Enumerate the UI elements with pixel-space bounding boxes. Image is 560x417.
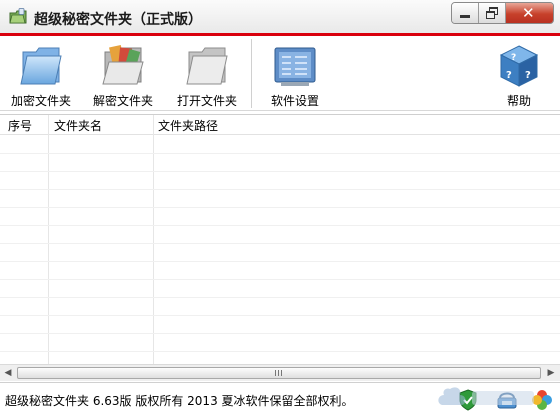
settings-panel-icon [274,47,316,86]
encrypt-folder-button[interactable]: 加密文件夹 [6,39,76,109]
folder-list[interactable]: 序号 文件夹名 文件夹路径 [0,114,560,365]
encrypt-folder-label: 加密文件夹 [10,94,71,108]
column-header-path[interactable]: 文件夹路径 [158,117,218,134]
horizontal-scrollbar[interactable]: ◀ ▶ [0,364,560,381]
decrypt-folder-button[interactable]: 解密文件夹 [88,39,158,109]
list-row-line [0,171,560,172]
close-button[interactable]: ✕ [506,3,553,23]
list-row-line [0,189,560,190]
list-row-line [0,153,560,154]
toolbar-separator [251,39,252,108]
window-title: 超级秘密文件夹（正式版） [34,12,202,28]
folder-open-icon [102,44,144,85]
open-folder-button[interactable]: 打开文件夹 [172,39,242,109]
app-folder-icon [9,8,27,24]
svg-text:?: ? [525,70,531,81]
scroll-left-arrow-icon[interactable]: ◀ [2,368,14,378]
scroll-right-arrow-icon[interactable]: ▶ [545,368,557,378]
restore-button[interactable] [479,3,506,23]
open-folder-label: 打开文件夹 [176,94,237,108]
list-row-line [0,243,560,244]
window-controls: ✕ [451,2,554,24]
svg-text:?: ? [506,70,512,81]
minimize-icon [460,15,470,18]
list-row-line [0,207,560,208]
column-header-index[interactable]: 序号 [8,117,32,134]
list-header: 序号 文件夹名 文件夹路径 [0,115,560,135]
list-row-line [0,333,560,334]
help-button[interactable]: ? ? ? 帮助 [494,39,544,109]
toolbar: 加密文件夹 解密文件夹 打开文件夹 软件设置 ? ? ? 帮助 [0,39,560,111]
list-row-line [0,225,560,226]
folder-lock-icon [20,47,62,85]
status-text: 超级秘密文件夹 6.63版 版权所有 2013 夏冰软件保留全部权利。 [5,394,354,408]
list-row-line [0,351,560,352]
settings-button[interactable]: 软件设置 [262,39,328,109]
scrollbar-thumb[interactable] [17,367,541,379]
list-row-line [0,261,560,262]
app-window: 超级秘密文件夹（正式版） ✕ 加密文件夹 解密文件夹 打开文件夹 软件设置 ? … [0,0,560,417]
help-cube-icon: ? ? ? [499,45,539,87]
folder-icon [186,47,228,85]
close-icon: ✕ [522,4,535,22]
title-bar[interactable]: 超级秘密文件夹（正式版） ✕ [0,0,560,36]
svg-text:?: ? [511,53,516,63]
help-label: 帮助 [506,94,531,108]
list-row-line [0,297,560,298]
list-row-line [0,279,560,280]
restore-icon-front [486,11,495,19]
minimize-button[interactable] [452,3,479,23]
settings-label: 软件设置 [270,94,319,108]
decrypt-folder-label: 解密文件夹 [92,94,153,108]
watermark-logo-icon [438,387,534,405]
scrollbar-grip-icon [275,370,284,376]
column-header-name[interactable]: 文件夹名 [54,117,102,134]
status-bar: 超级秘密文件夹 6.63版 版权所有 2013 夏冰软件保留全部权利。 [0,382,560,417]
list-row-line [0,315,560,316]
